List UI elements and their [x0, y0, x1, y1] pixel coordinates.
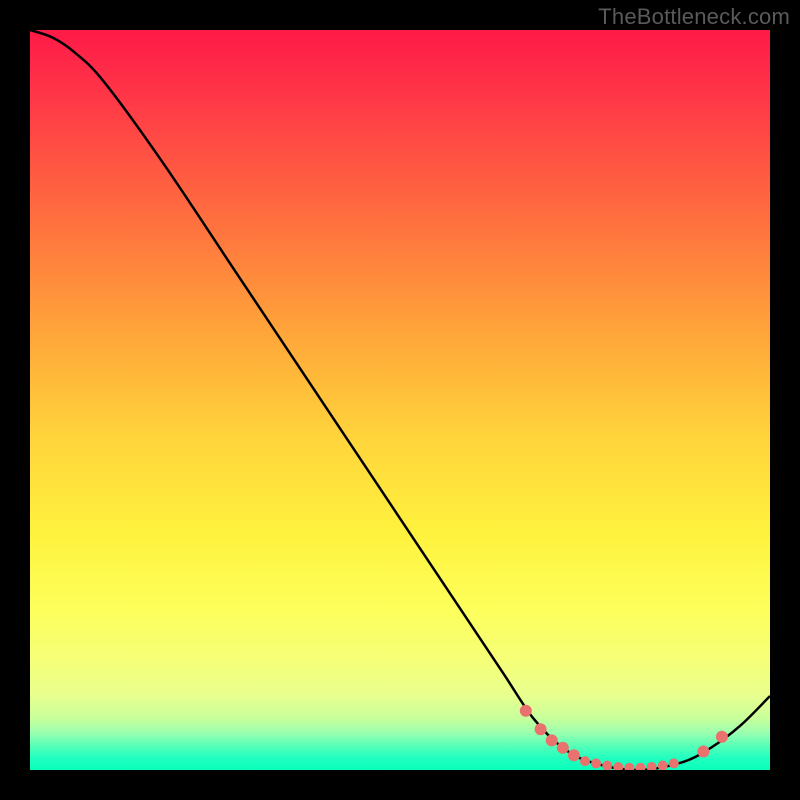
data-marker [716, 731, 728, 743]
data-marker [602, 761, 612, 770]
data-marker [580, 756, 590, 766]
data-marker [568, 749, 580, 761]
watermark-text: TheBottleneck.com [598, 4, 790, 30]
data-marker [546, 734, 558, 746]
data-marker [591, 758, 601, 768]
plot-area [30, 30, 770, 770]
chart-frame: TheBottleneck.com [0, 0, 800, 800]
data-marker [520, 705, 532, 717]
data-marker [647, 762, 657, 770]
curve-layer [30, 30, 770, 770]
data-marker [636, 763, 646, 770]
data-marker [697, 746, 709, 758]
data-marker [557, 742, 569, 754]
data-marker [669, 758, 679, 768]
bottleneck-curve [30, 30, 770, 770]
data-marker [658, 761, 668, 770]
data-marker [613, 762, 623, 770]
data-marker [535, 723, 547, 735]
data-marker [624, 763, 634, 770]
